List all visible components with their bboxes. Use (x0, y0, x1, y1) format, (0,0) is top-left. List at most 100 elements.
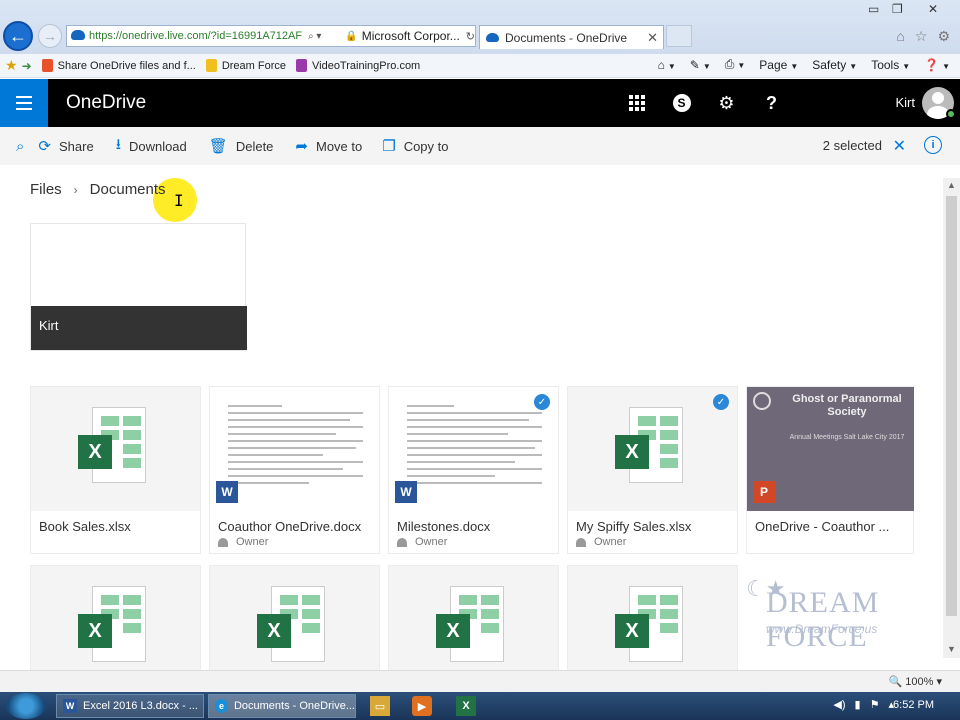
people-icon (218, 537, 228, 547)
scroll-thumb[interactable] (946, 196, 957, 616)
file-owner: Owner (576, 536, 626, 548)
breadcrumb-documents[interactable]: Documents (90, 181, 166, 198)
share-button[interactable]: ⟳ Share (38, 127, 93, 165)
settings-icon[interactable]: ⚙ (704, 79, 749, 127)
excel-icon: X (615, 407, 683, 483)
folder-tile[interactable]: 0 Kirt (30, 223, 247, 351)
ie-icon: e (215, 699, 228, 713)
favorite-link-2[interactable]: VideoTrainingPro.com (296, 59, 420, 72)
scroll-down-icon[interactable]: ▼ (947, 644, 956, 654)
address-url[interactable]: https://onedrive.live.com/?id=16991A712A… (67, 30, 308, 42)
safety-menu[interactable]: Safety ▼ (812, 58, 857, 72)
file-tile[interactable]: X Book Sales.xlsx (30, 386, 201, 554)
ie-command-bar: ⌂ ▼ ✎ ▼ ⎙ ▼ Page ▼ Safety ▼ Tools ▼ ❓ ▼ (658, 57, 950, 72)
file-tile[interactable]: X (30, 565, 201, 670)
watermark-url: www.DreamForce.us (766, 622, 878, 636)
file-name[interactable]: Book Sales.xlsx (39, 519, 131, 534)
clear-selection-icon[interactable]: ✕ (893, 136, 906, 156)
excel-taskbar-icon[interactable]: X (456, 696, 476, 716)
new-tab-button[interactable] (666, 25, 692, 47)
taskbar-word[interactable]: W Excel 2016 L3.docx - ... (56, 694, 204, 718)
clock-icon (753, 392, 771, 410)
file-tile[interactable]: W ✓ Milestones.docx Owner (388, 386, 559, 554)
settings-gear-icon[interactable]: ⚙ (937, 28, 950, 45)
add-favorites-icon[interactable]: ➜ (22, 59, 32, 73)
home-cmd-icon[interactable]: ⌂ ▼ (658, 58, 676, 72)
minimize-icon[interactable]: ▭ (868, 2, 879, 16)
powerpoint-icon: P (753, 481, 775, 503)
selected-check-icon[interactable]: ✓ (534, 394, 550, 410)
page-menu[interactable]: Page ▼ (759, 58, 798, 72)
move-to-button[interactable]: ➦ Move to (295, 127, 362, 165)
taskbar: W Excel 2016 L3.docx - ... e Documents -… (0, 692, 960, 720)
hamburger-menu-icon[interactable] (0, 79, 48, 127)
scroll-up-icon[interactable]: ▲ (947, 180, 956, 190)
print-icon[interactable]: ⎙ ▼ (725, 57, 746, 72)
favorite-link-0[interactable]: Share OneDrive files and f... (41, 59, 196, 72)
file-name[interactable]: My Spiffy Sales.xlsx (576, 519, 691, 534)
lock-icon[interactable]: 🔒 (345, 31, 357, 42)
refresh-icon[interactable]: ↻ (466, 30, 475, 43)
word-icon: W (216, 481, 238, 503)
download-button[interactable]: ⭳ Download (116, 127, 187, 165)
tools-menu[interactable]: Tools ▼ (871, 58, 910, 72)
dreamforce-icon (205, 59, 217, 72)
favorites-star-icon[interactable]: ☆ (915, 28, 928, 45)
address-bar[interactable]: https://onedrive.live.com/?id=16991A712A… (66, 25, 476, 47)
delete-button[interactable]: 🗑 Delete (209, 127, 274, 165)
volume-icon[interactable]: ◀) (833, 698, 845, 711)
folder-name: Kirt (31, 306, 247, 350)
app-title[interactable]: OneDrive (66, 92, 146, 114)
selection-count: 2 selected (822, 138, 882, 153)
file-owner: Owner (218, 536, 268, 548)
close-window-icon[interactable]: ✕ (928, 2, 938, 16)
network-icon[interactable]: ▮ (855, 698, 861, 711)
app-launcher-icon[interactable] (614, 79, 659, 127)
file-tile[interactable]: X (209, 565, 380, 670)
pen-icon[interactable]: ✎ ▼ (690, 58, 711, 72)
trash-icon: 🗑 (208, 138, 228, 155)
document-preview (407, 405, 542, 489)
file-owner: Owner (397, 536, 447, 548)
copy-icon: ❐ (382, 138, 396, 155)
tab-close-icon[interactable]: ✕ (647, 30, 658, 46)
file-tile[interactable]: W Coauthor OneDrive.docx Owner (209, 386, 380, 554)
file-tile[interactable]: X (567, 565, 738, 670)
vertical-scrollbar[interactable]: ▲ ▼ (943, 178, 960, 658)
file-tile[interactable]: X (388, 565, 559, 670)
share-icon: ⟳ (38, 138, 51, 155)
back-button[interactable]: ← (3, 21, 33, 51)
file-tile[interactable]: Ghost or Paranormal Society Annual Meeti… (746, 386, 914, 554)
file-explorer-icon[interactable]: ▭ (370, 696, 390, 716)
help-icon[interactable]: ❓ ▼ (924, 58, 950, 72)
search-button[interactable]: ⌕ (16, 127, 32, 165)
file-name[interactable]: Coauthor OneDrive.docx (218, 519, 361, 534)
start-button[interactable] (6, 693, 46, 719)
tab-documents[interactable]: Documents - OneDrive ✕ (479, 25, 664, 49)
user-name[interactable]: Kirt (896, 95, 916, 110)
favorites-star-icon[interactable]: ★ (5, 57, 18, 74)
onedrive-cloud-icon (71, 30, 85, 40)
document-preview (228, 405, 363, 489)
file-name[interactable]: OneDrive - Coauthor ... (755, 519, 889, 534)
selected-check-icon[interactable]: ✓ (713, 394, 729, 410)
restore-icon[interactable]: ❐ (892, 2, 903, 16)
office-icon (41, 59, 53, 72)
search-dropdown-icon[interactable]: ⌕ ▾ (308, 31, 345, 42)
zoom-level[interactable]: 🔍 100% ▾ (889, 675, 942, 688)
copy-to-button[interactable]: ❐ Copy to (382, 127, 448, 165)
home-icon[interactable]: ⌂ (896, 28, 904, 45)
media-player-icon[interactable]: ▶ (412, 696, 432, 716)
file-tile[interactable]: X ✓ My Spiffy Sales.xlsx Owner (567, 386, 738, 554)
breadcrumb-files[interactable]: Files (30, 181, 62, 198)
flag-icon[interactable]: ⚑ (870, 698, 880, 711)
taskbar-clock[interactable]: 6:52 PM (893, 699, 934, 711)
forward-button[interactable]: → (38, 24, 62, 48)
favorite-link-1[interactable]: Dream Force (205, 59, 286, 72)
skype-icon[interactable]: S (659, 79, 704, 127)
help-question-icon[interactable]: ? (749, 79, 794, 127)
taskbar-ie[interactable]: e Documents - OneDrive... (208, 694, 356, 718)
file-name[interactable]: Milestones.docx (397, 519, 490, 534)
site-identity[interactable]: Microsoft Corpor... (362, 29, 460, 43)
info-icon[interactable]: i (924, 136, 942, 154)
